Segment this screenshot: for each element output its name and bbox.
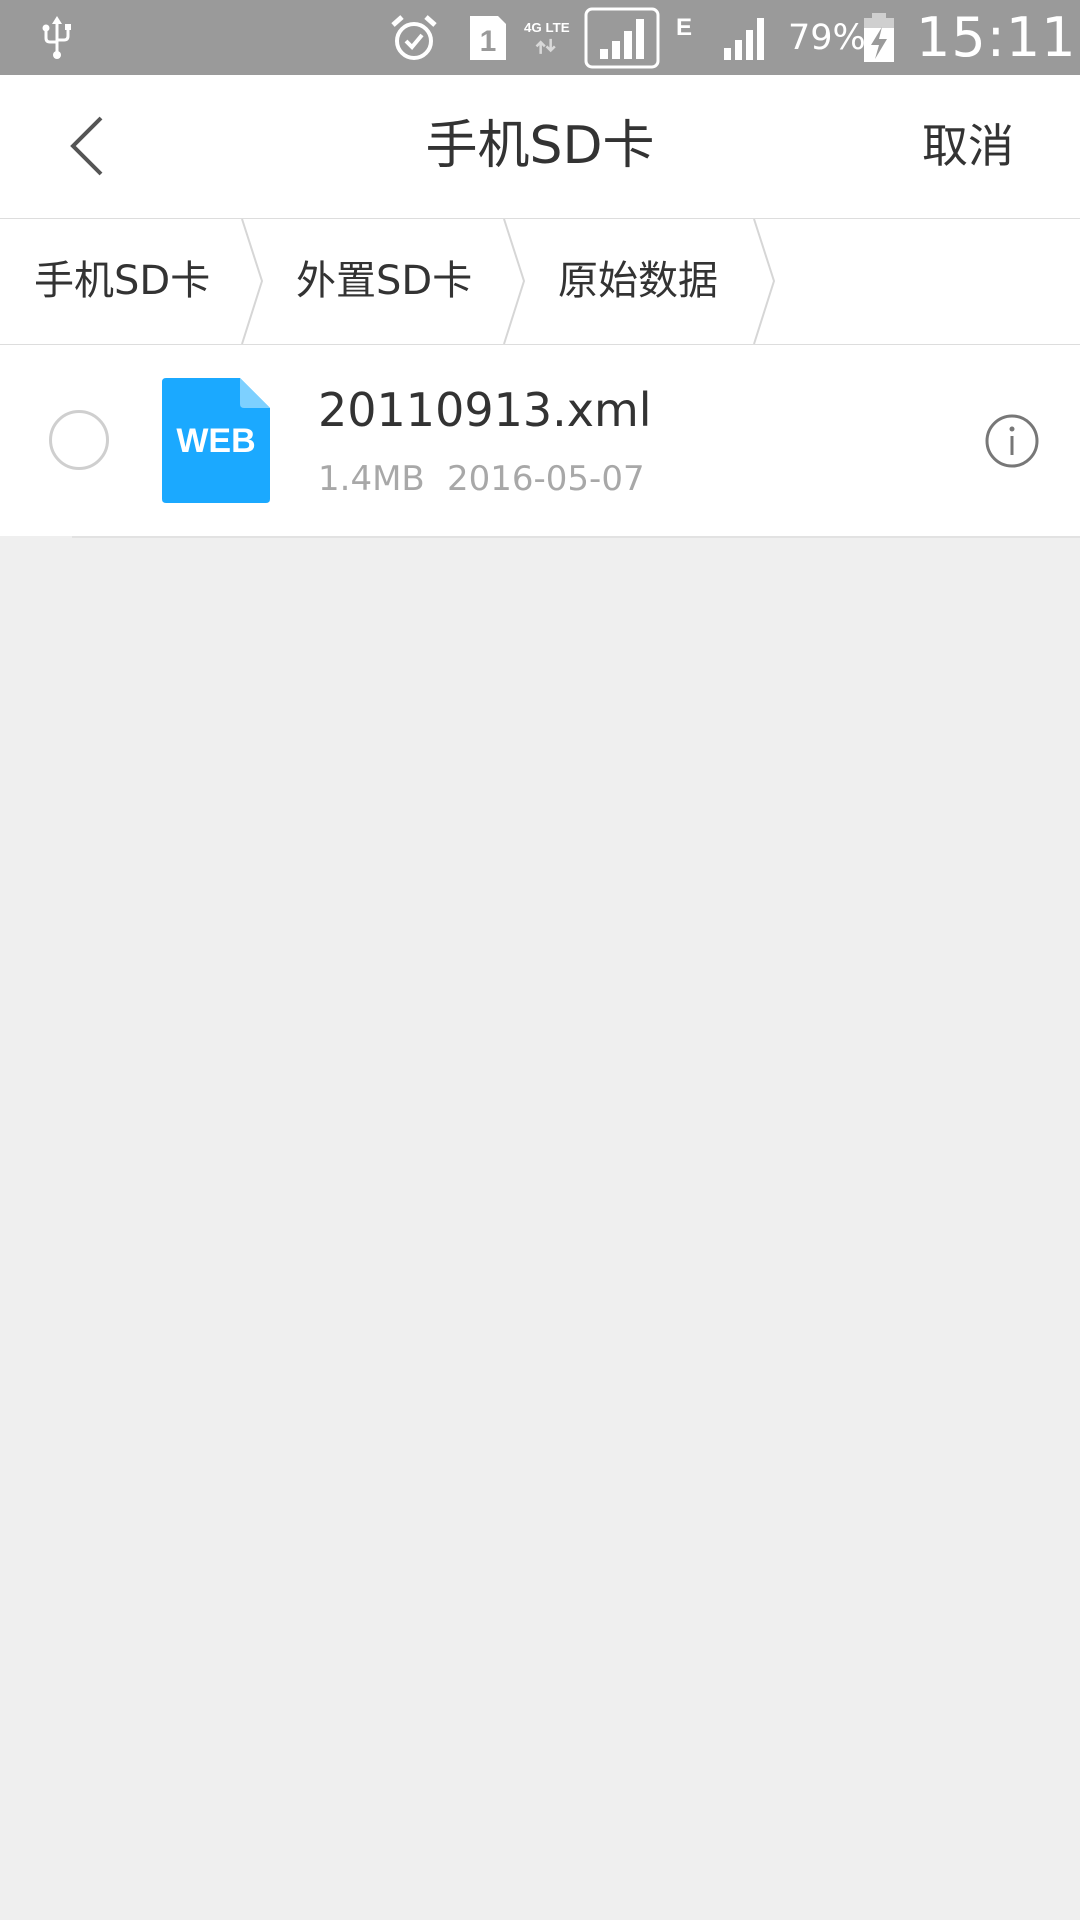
web-file-icon: WEB [162,378,270,503]
select-checkbox[interactable] [49,410,109,470]
info-icon[interactable] [984,413,1040,469]
breadcrumb-item-raw-data[interactable]: 原始数据 [558,219,718,344]
breadcrumb: 手机SD卡 外置SD卡 原始数据 [0,219,1080,345]
data-indicator: E [676,14,692,41]
clock: 15:11 [916,6,1077,69]
signal-icon [584,0,660,75]
app-header: 手机SD卡 取消 [0,75,1080,219]
breadcrumb-item-external-sd[interactable]: 外置SD卡 [296,219,472,344]
battery-charging-icon [862,0,896,75]
chevron-right-icon [241,219,264,344]
edge-icon: E [676,0,698,75]
page-title: 手机SD卡 [425,116,655,176]
file-size: 1.4MB [318,459,425,499]
alarm-icon [390,0,438,75]
row-divider [72,536,1080,538]
sim-icon: 1 [468,0,508,75]
svg-text:4G LTE: 4G LTE [524,20,570,35]
signal-icon [722,0,772,75]
battery-percent: 79% [788,17,866,58]
breadcrumb-item-phone-sd[interactable]: 手机SD卡 [34,219,210,344]
screen: 1 4G LTE E 79% 15:11 手机SD卡 取消 手机SD卡 外置SD… [0,0,1080,1920]
cancel-button[interactable]: 取消 [922,75,1014,218]
file-date: 2016-05-07 [447,459,645,499]
lte-icon: 4G LTE [524,0,574,75]
file-name: 20110913.xml [318,383,652,437]
sim-slot-label: 1 [480,25,497,58]
chevron-right-icon [503,219,526,344]
usb-icon [40,0,84,75]
chevron-right-icon [753,219,776,344]
status-bar: 1 4G LTE E 79% 15:11 [0,0,1080,75]
file-list-item[interactable]: WEB 20110913.xml 1.4MB 2016-05-07 [0,345,1080,536]
file-type-label: WEB [176,422,255,460]
